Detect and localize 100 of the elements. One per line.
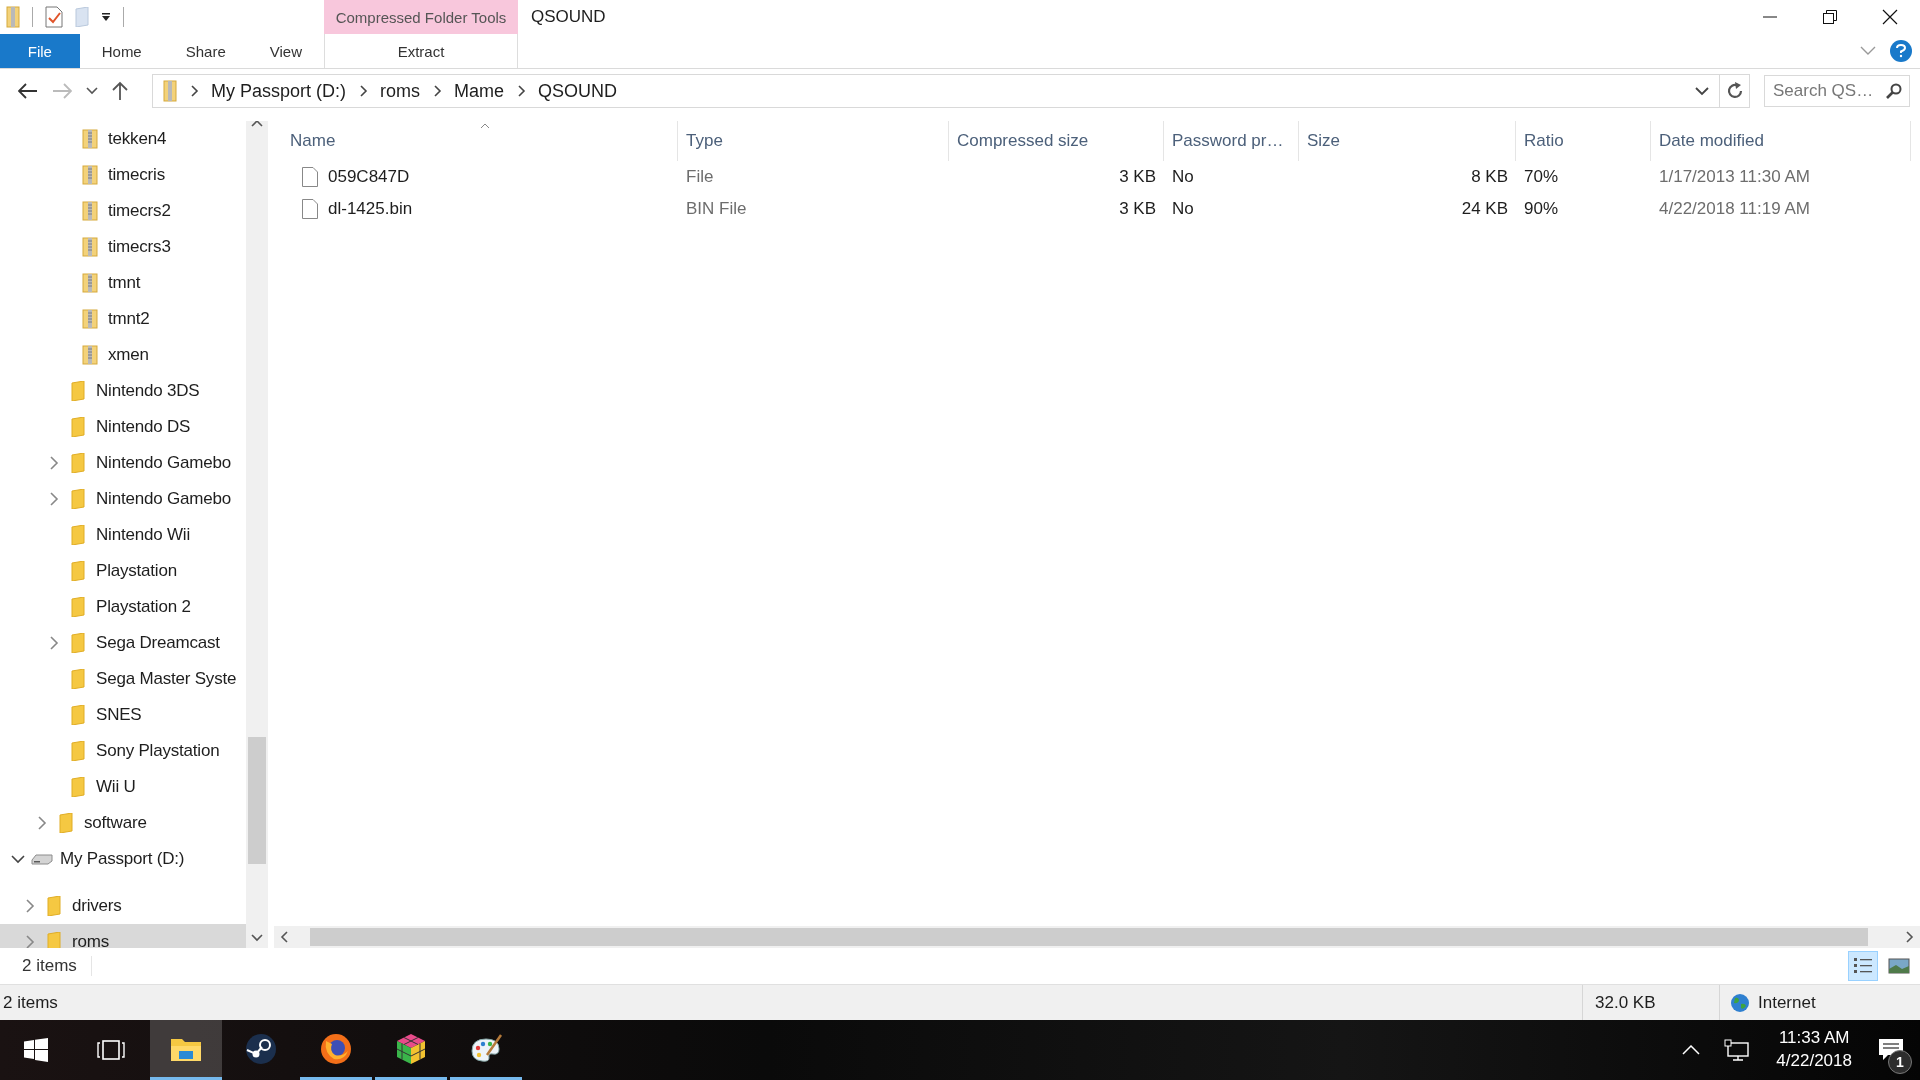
tree-item[interactable]: tmnt — [0, 265, 246, 301]
recent-locations-icon[interactable] — [86, 87, 98, 95]
ribbon-tab[interactable]: Extract — [324, 34, 518, 68]
windows-logo-icon — [24, 1038, 48, 1062]
folder-icon — [71, 489, 85, 509]
folder-icon — [71, 453, 85, 473]
tree-item[interactable]: Nintendo DS — [0, 409, 246, 445]
scroll-right-icon[interactable] — [1906, 931, 1914, 943]
refresh-icon — [1725, 82, 1744, 100]
network-icon[interactable] — [1724, 1039, 1751, 1061]
chevron-right-icon[interactable] — [49, 636, 59, 650]
tree-item[interactable]: timecrs3 — [0, 229, 246, 265]
drive-icon — [31, 853, 53, 865]
tree-item[interactable]: software — [0, 805, 246, 841]
tree-item[interactable]: xmen — [0, 337, 246, 373]
item-count: 2 items — [2, 992, 58, 1013]
tree-item[interactable]: tekken4 — [0, 121, 246, 157]
breadcrumb-item[interactable]: roms — [380, 80, 421, 102]
zip-folder-icon — [82, 237, 98, 257]
help-icon[interactable] — [1890, 40, 1912, 62]
scroll-down-icon[interactable] — [251, 934, 263, 942]
dropdown-icon[interactable] — [101, 12, 111, 22]
details-view-button[interactable] — [1848, 951, 1878, 981]
table-cell-text: 3 KB — [1118, 199, 1157, 219]
tree-item[interactable]: Nintendo Wii — [0, 517, 246, 553]
table-cell-text: 70% — [1523, 167, 1560, 187]
column-header[interactable]: Size — [1299, 121, 1516, 161]
chevron-right-icon[interactable] — [49, 456, 59, 470]
tree-item[interactable]: timecrs2 — [0, 193, 246, 229]
chevron-down-icon[interactable] — [11, 854, 25, 864]
taskbar-app-button[interactable] — [150, 1020, 222, 1080]
tree-item[interactable]: drivers — [0, 888, 246, 924]
zip-folder-icon — [163, 80, 177, 102]
chevron-right-icon[interactable] — [49, 492, 59, 506]
tree-item[interactable]: Nintendo Gamebo — [0, 481, 246, 517]
chevron-right-icon[interactable] — [25, 899, 35, 913]
breadcrumb-chevron-icon[interactable] — [360, 85, 369, 97]
search-icon[interactable] — [1886, 83, 1902, 99]
scroll-left-icon[interactable] — [280, 931, 288, 943]
tree-item[interactable]: Sega Master Syste — [0, 661, 246, 697]
scrollbar-thumb[interactable] — [248, 737, 266, 865]
column-header[interactable]: Date modified — [1651, 121, 1911, 161]
zip-folder-icon — [82, 345, 98, 365]
breadcrumb-item[interactable]: QSOUND — [538, 80, 618, 102]
tree-item[interactable]: Sony Playstation — [0, 733, 246, 769]
column-header[interactable]: Type — [678, 121, 949, 161]
column-header[interactable]: Compressed size — [949, 121, 1164, 161]
tree-item[interactable]: Playstation 2 — [0, 589, 246, 625]
chevron-down-icon[interactable] — [1695, 86, 1709, 96]
vertical-scrollbar[interactable] — [246, 121, 268, 948]
tree-item[interactable]: Nintendo 3DS — [0, 373, 246, 409]
chevron-right-icon[interactable] — [37, 816, 47, 830]
table-cell-text: 1/17/2013 11:30 AM — [1658, 167, 1811, 187]
firefox-logo-icon — [320, 1032, 352, 1065]
breadcrumb-chevron-icon[interactable] — [518, 85, 527, 97]
table-cell-text: 4/22/2018 11:19 AM — [1658, 199, 1811, 219]
ribbon-tab[interactable]: Share — [163, 34, 248, 68]
folder-icon — [71, 417, 85, 437]
tree-item[interactable]: Wii U — [0, 769, 246, 805]
scroll-up-icon[interactable] — [251, 121, 263, 127]
tree-item[interactable]: My Passport (D:) — [0, 841, 246, 877]
breadcrumb-item[interactable]: My Passport (D:) — [211, 80, 347, 102]
table-cell-text: No — [1171, 199, 1195, 219]
table-cell-text: File — [685, 167, 715, 187]
scrollbar-thumb[interactable] — [310, 928, 1868, 946]
clock[interactable]: 11:33 AM 4/22/2018 — [1762, 1027, 1866, 1073]
ribbon-tab[interactable]: Home — [79, 34, 164, 68]
breadcrumb-item[interactable]: Mame — [454, 80, 505, 102]
folder-icon — [71, 525, 85, 545]
tree-item[interactable]: roms — [0, 924, 246, 948]
table-cell-text: BIN File — [685, 199, 748, 219]
column-header[interactable]: Password pr… — [1164, 121, 1299, 161]
globe-icon — [1730, 992, 1750, 1013]
tree-item[interactable]: Sega Dreamcast — [0, 625, 246, 661]
tree-item[interactable]: Nintendo Gamebo — [0, 445, 246, 481]
tree-item[interactable]: Playstation — [0, 553, 246, 589]
breadcrumb-chevron-icon[interactable] — [191, 85, 199, 97]
horizontal-scrollbar[interactable] — [274, 926, 1920, 948]
tree-item[interactable]: tmnt2 — [0, 301, 246, 337]
zip-folder-icon — [82, 309, 98, 329]
table-cell-text: 8 KB — [1470, 167, 1509, 187]
column-header[interactable]: Name — [282, 121, 678, 161]
folder-icon — [47, 896, 61, 916]
tree-item[interactable]: timecris — [0, 157, 246, 193]
column-header[interactable]: Ratio — [1516, 121, 1651, 161]
properties-icon[interactable] — [45, 6, 63, 28]
clock-date: 4/22/2018 — [1776, 1050, 1852, 1072]
ribbon-tab[interactable]: View — [247, 34, 324, 68]
folder-icon — [71, 597, 85, 617]
back-arrow-icon[interactable] — [18, 83, 38, 99]
up-arrow-icon[interactable] — [112, 81, 128, 101]
search-field[interactable]: Search QS… — [1764, 75, 1910, 107]
tree-item[interactable]: SNES — [0, 697, 246, 733]
file-name[interactable]: 059C847D — [328, 167, 410, 187]
breadcrumb-chevron-icon[interactable] — [434, 85, 443, 97]
folder-icon — [71, 705, 85, 725]
file-name[interactable]: dl-1425.bin — [328, 199, 413, 219]
ribbon-tab[interactable]: File — [0, 34, 80, 68]
address-bar[interactable]: My Passport (D:) roms Mame QSOUND — [152, 74, 1750, 108]
show-hidden-icons-icon[interactable] — [1682, 1045, 1701, 1055]
